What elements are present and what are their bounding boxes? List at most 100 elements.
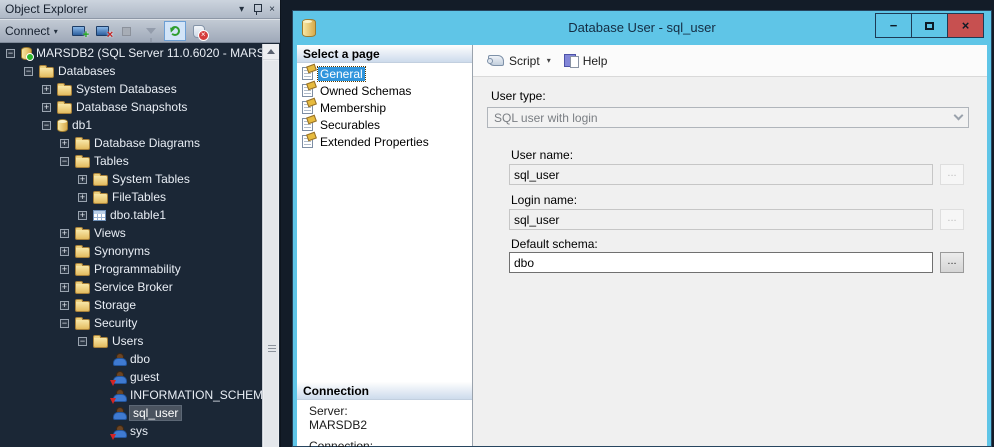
page-icon [302, 101, 313, 114]
close-icon: × [962, 18, 970, 33]
connect-server-icon [72, 26, 85, 36]
server-icon [21, 47, 32, 60]
disconnect-server-button[interactable] [92, 21, 114, 41]
folder-icon [93, 337, 108, 348]
tree-item-tables[interactable]: Tables [0, 152, 263, 170]
expand-icon[interactable] [60, 283, 69, 292]
dialog-client-area: Select a page General Owned Schemas Memb… [297, 45, 987, 446]
minimize-icon: − [890, 18, 898, 33]
server-value: MARSDB2 [309, 418, 367, 432]
pin-icon[interactable] [252, 3, 262, 16]
tree-item-synonyms[interactable]: Synonyms [0, 242, 263, 260]
collapse-icon[interactable] [24, 67, 33, 76]
user-type-value: SQL user with login [494, 111, 955, 125]
collapse-icon[interactable] [6, 49, 15, 58]
tree-item-dbo-table1[interactable]: dbo.table1 [0, 206, 263, 224]
connect-button[interactable]: Connect ▾ [5, 24, 58, 38]
user-deny-icon [112, 370, 126, 384]
user-deny-icon [112, 388, 126, 402]
tree-item-system-databases[interactable]: System Databases [0, 80, 263, 98]
tree-item-db1[interactable]: db1 [0, 116, 263, 134]
scroll-up-icon[interactable] [263, 44, 279, 60]
tree-item-system-tables[interactable]: System Tables [0, 170, 263, 188]
tree-item-service-broker[interactable]: Service Broker [0, 278, 263, 296]
tree-item-filetables[interactable]: FileTables [0, 188, 263, 206]
folder-icon [93, 193, 108, 204]
tree-item-user-information-schema[interactable]: INFORMATION_SCHEM [0, 386, 263, 404]
script-dropdown-icon[interactable]: ▾ [547, 56, 551, 65]
tree-item-user-sys[interactable]: sys [0, 422, 263, 440]
expand-icon[interactable] [60, 265, 69, 274]
deny-arrow-icon [110, 380, 116, 386]
collapse-icon[interactable] [42, 121, 51, 130]
expand-icon[interactable] [60, 247, 69, 256]
tree-item-users[interactable]: Users [0, 332, 263, 350]
connection-header: Connection [297, 382, 472, 400]
page-item-extended-properties[interactable]: Extended Properties [297, 133, 472, 150]
collapse-icon[interactable] [60, 319, 69, 328]
expand-icon[interactable] [42, 85, 51, 94]
login-name-label: Login name: [511, 193, 577, 207]
maximize-button[interactable] [911, 13, 948, 38]
close-icon[interactable]: × [269, 3, 275, 16]
expand-icon[interactable] [42, 103, 51, 112]
tree-item-database-diagrams[interactable]: Database Diagrams [0, 134, 263, 152]
script-button[interactable]: Script [483, 51, 545, 71]
tree-item-security[interactable]: Security [0, 314, 263, 332]
expand-icon[interactable] [60, 301, 69, 310]
close-button[interactable]: × [947, 13, 984, 38]
user-icon [112, 406, 126, 420]
page-item-owned-schemas[interactable]: Owned Schemas [297, 82, 472, 99]
page-item-membership[interactable]: Membership [297, 99, 472, 116]
default-schema-input[interactable] [509, 252, 933, 273]
object-explorer-tree: MARSDB2 (SQL Server 11.0.6020 - MARSD Da… [0, 44, 263, 447]
tree-item-views[interactable]: Views [0, 224, 263, 242]
database-user-dialog: Database User - sql_user − × Select a pa… [292, 10, 992, 447]
tree-scrollbar[interactable] [262, 44, 279, 447]
object-explorer-title: Object Explorer [5, 2, 232, 16]
folder-icon [75, 247, 90, 258]
tree-item-databases[interactable]: Databases [0, 62, 263, 80]
user-type-label: User type: [491, 89, 546, 103]
page-icon [302, 135, 313, 148]
user-icon [112, 352, 126, 366]
collapse-icon[interactable] [78, 337, 87, 346]
database-icon [57, 119, 68, 132]
page-item-general[interactable]: General [297, 65, 472, 82]
page-icon [302, 67, 313, 80]
tree-item-user-guest[interactable]: guest [0, 368, 263, 386]
folder-icon [75, 265, 90, 276]
default-schema-browse-button[interactable]: ... [940, 252, 964, 273]
connect-server-button[interactable] [68, 21, 90, 41]
login-name-browse-button: ... [940, 209, 964, 230]
expand-icon[interactable] [78, 193, 87, 202]
collapse-icon[interactable] [60, 157, 69, 166]
general-page-pane: Script ▾ Help User type: SQL user with l… [473, 45, 987, 446]
tree-item-programmability[interactable]: Programmability [0, 260, 263, 278]
window-position-menu-icon[interactable]: ▾ [239, 4, 244, 15]
tree-item-user-sql-user[interactable]: sql_user [0, 404, 263, 422]
page-icon [302, 118, 313, 131]
script-error-button[interactable] [188, 21, 210, 41]
user-name-label: User name: [511, 148, 573, 162]
refresh-button[interactable] [164, 21, 186, 41]
tree-item-storage[interactable]: Storage [0, 296, 263, 314]
folder-icon [93, 175, 108, 186]
dialog-titlebar[interactable]: Database User - sql_user − × [293, 11, 991, 44]
page-item-securables[interactable]: Securables [297, 116, 472, 133]
stop-button [116, 21, 138, 41]
expand-icon[interactable] [60, 139, 69, 148]
dialog-toolbar: Script ▾ Help [473, 45, 987, 77]
tree-item-user-dbo[interactable]: dbo [0, 350, 263, 368]
filter-button[interactable] [140, 21, 162, 41]
tree-item-database-snapshots[interactable]: Database Snapshots [0, 98, 263, 116]
minimize-button[interactable]: − [875, 13, 912, 38]
expand-icon[interactable] [78, 175, 87, 184]
expand-icon[interactable] [60, 229, 69, 238]
expand-icon[interactable] [78, 211, 87, 220]
user-type-combobox: SQL user with login [487, 107, 969, 128]
help-button[interactable]: Help [559, 51, 613, 71]
connection-label: Connection: [309, 439, 373, 447]
tree-item-server[interactable]: MARSDB2 (SQL Server 11.0.6020 - MARSD [0, 44, 263, 62]
scrollbar-thumb[interactable] [264, 61, 278, 447]
